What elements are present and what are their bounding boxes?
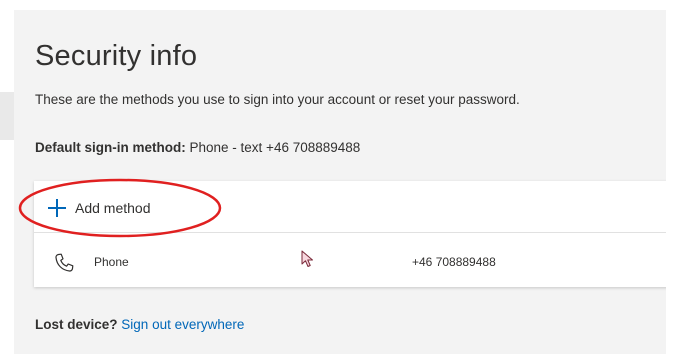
plus-icon [48, 199, 66, 217]
sign-out-everywhere-link[interactable]: Sign out everywhere [121, 317, 244, 332]
add-method-button[interactable]: Add method [48, 198, 151, 218]
methods-card: Add method Phone +46 708889488 [34, 181, 674, 287]
left-edge-panel [0, 92, 14, 140]
right-edge [666, 10, 674, 354]
phone-icon [55, 253, 74, 272]
add-method-label: Add method [75, 200, 151, 216]
lost-device-line: Lost device? Sign out everywhere [35, 317, 244, 332]
mouse-cursor-icon [301, 250, 313, 267]
method-row-phone[interactable]: Phone +46 708889488 [34, 233, 674, 287]
method-value: +46 708889488 [412, 255, 496, 269]
method-name: Phone [94, 255, 129, 269]
lost-device-label: Lost device? [35, 317, 118, 332]
page-title: Security info [35, 40, 198, 72]
page-subtitle: These are the methods you use to sign in… [35, 92, 520, 107]
default-method-label: Default sign-in method: [35, 140, 186, 155]
default-method-value: Phone - text +46 708889488 [189, 140, 361, 155]
default-signin-method: Default sign-in method: Phone - text +46… [35, 140, 360, 155]
